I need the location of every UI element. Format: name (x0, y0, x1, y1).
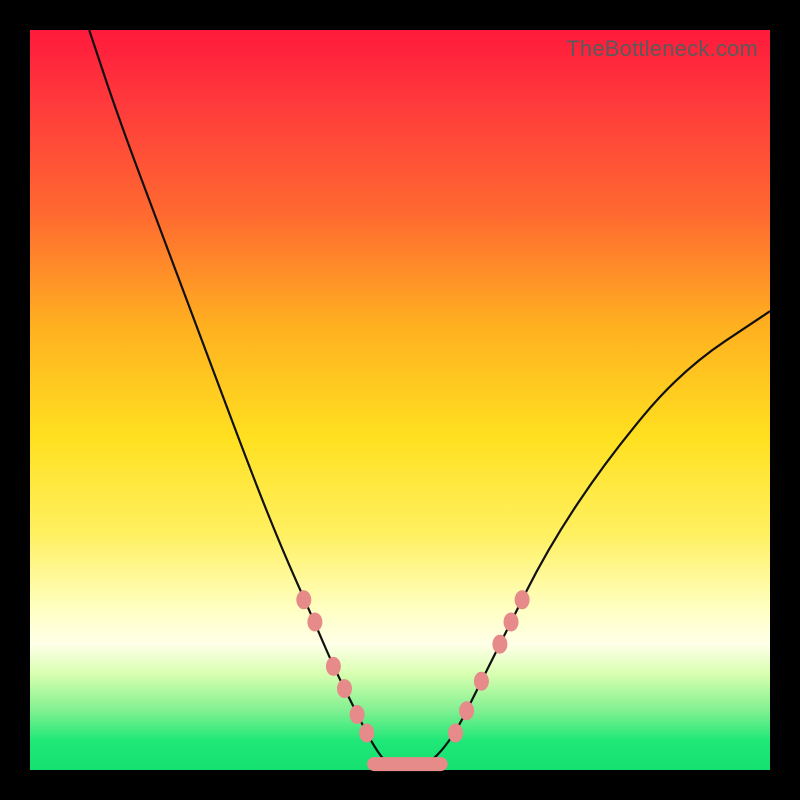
curve-svg (30, 30, 770, 770)
marker-dot (504, 613, 519, 632)
marker-dot (337, 679, 352, 698)
marker-dot (448, 724, 463, 743)
plot-area: TheBottleneck.com (30, 30, 770, 770)
bottleneck-curve (89, 30, 770, 770)
marker-dot (492, 635, 507, 654)
marker-dot (474, 672, 489, 691)
marker-dot (350, 705, 365, 724)
marker-dot (359, 724, 374, 743)
marker-dot (307, 613, 322, 632)
markers-left (296, 590, 374, 742)
marker-dot (296, 590, 311, 609)
marker-dot (459, 701, 474, 720)
marker-dot (515, 590, 530, 609)
marker-dot (326, 657, 341, 676)
chart-frame: TheBottleneck.com (0, 0, 800, 800)
